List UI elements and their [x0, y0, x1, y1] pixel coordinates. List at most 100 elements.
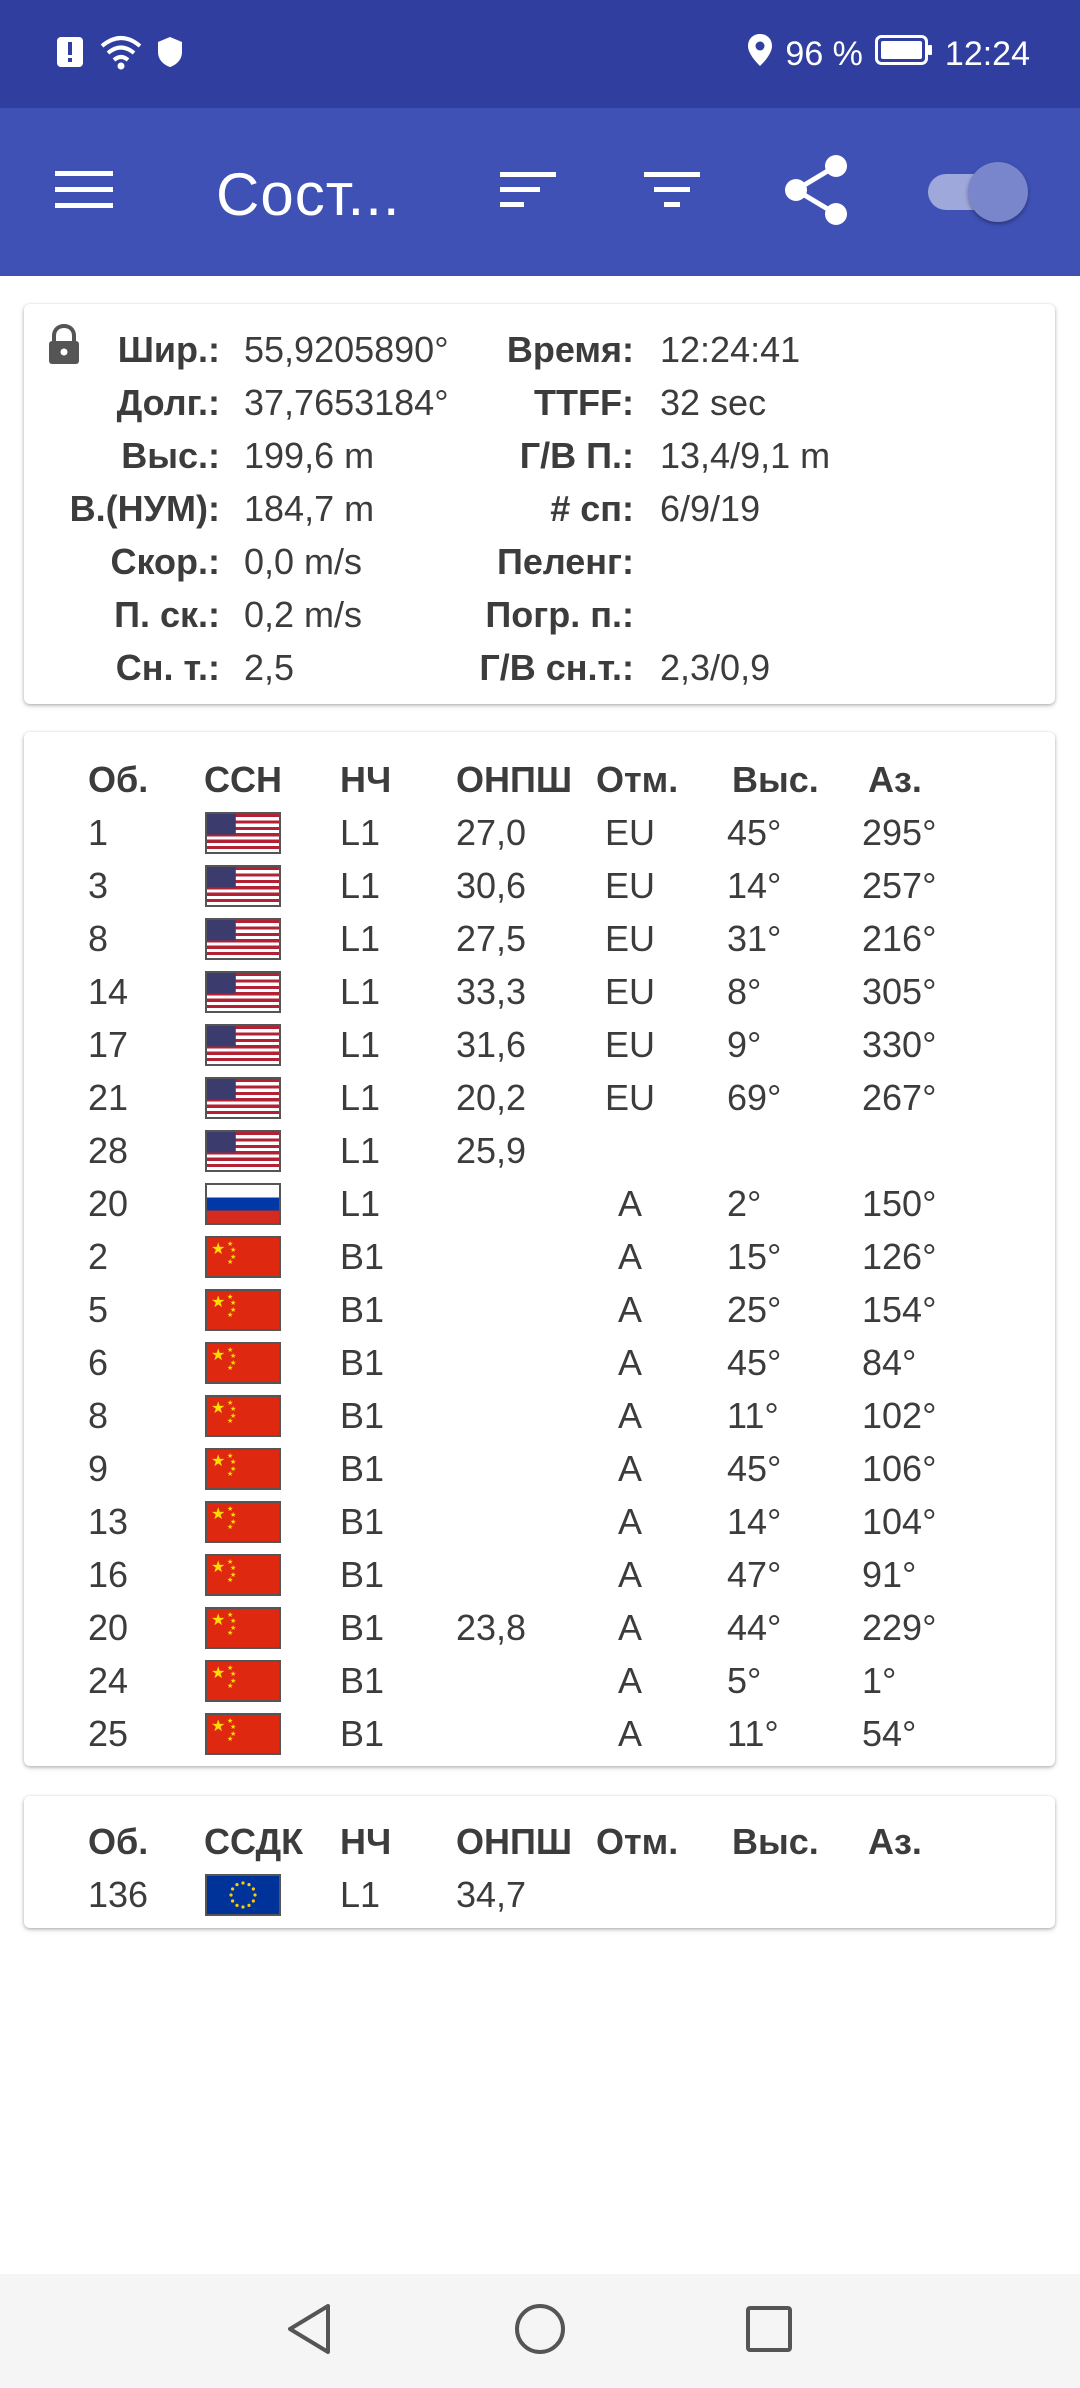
sort-button[interactable] — [486, 150, 570, 234]
sat-cn0: 27,0 — [456, 812, 527, 853]
fix-value: 0,2 m/s — [244, 594, 363, 635]
sat-flags: EU — [604, 1024, 655, 1065]
usa-flag-icon — [205, 918, 281, 960]
sat-flags: A — [617, 1395, 642, 1436]
toggle-thumb — [968, 162, 1028, 222]
menu-button[interactable] — [42, 150, 126, 234]
sat-id: 3 — [88, 865, 109, 906]
col-header-carrier: НЧ — [340, 759, 392, 800]
sort-icon — [500, 170, 556, 215]
fix-label: Долг.: — [116, 382, 220, 423]
sat-carrier: B1 — [340, 1607, 385, 1648]
battery-icon — [874, 34, 933, 74]
sat-elevation: 15° — [727, 1236, 782, 1277]
china-flag-icon: ★ ★ ★ ★ ★ — [205, 1236, 281, 1278]
sat-carrier: B1 — [340, 1289, 385, 1330]
sat-id: 6 — [88, 1342, 109, 1383]
sat-id: 20 — [88, 1183, 129, 1224]
filter-icon — [644, 170, 700, 215]
sat-azimuth: 305° — [862, 971, 937, 1012]
fix-label: Пеленг: — [496, 541, 634, 582]
recents-button[interactable] — [734, 2296, 804, 2366]
sat-azimuth: 91° — [862, 1554, 917, 1595]
sat-id: 136 — [88, 1874, 149, 1915]
fix-label: В.(НУМ): — [69, 488, 220, 529]
sat-id: 9 — [88, 1448, 109, 1489]
sat-azimuth: 267° — [862, 1077, 937, 1118]
fix-value: 12:24:41 — [660, 329, 801, 370]
col-header-flags: Отм. — [596, 1821, 679, 1862]
fix-value: 55,9205890° — [244, 329, 449, 370]
page-title: Сост... — [216, 161, 401, 228]
fix-value: 0,0 m/s — [244, 541, 363, 582]
sat-elevation: 2° — [727, 1183, 762, 1224]
battery-percent: 96 % — [785, 34, 863, 73]
china-flag-icon: ★ ★ ★ ★ ★ — [205, 1395, 281, 1437]
col-header-elevation: Выс. — [732, 759, 819, 800]
alert-icon — [56, 35, 86, 74]
sat-id: 25 — [88, 1713, 129, 1754]
sat-elevation: 9° — [727, 1024, 762, 1065]
sat-flags: A — [617, 1607, 642, 1648]
share-button[interactable] — [774, 150, 858, 234]
home-button[interactable] — [505, 2296, 575, 2366]
filter-button[interactable] — [630, 150, 714, 234]
col-header-flags: Отм. — [596, 759, 679, 800]
status-icons-left — [56, 30, 184, 78]
fix-value: 37,7653184° — [244, 382, 449, 423]
fix-label: Скор.: — [110, 541, 220, 582]
gnss-status-card: Об. ССН НЧ ОНПШ Отм. Выс. Аз. 1 L1 27,0 EU 45° 295° 3… — [24, 732, 1055, 1766]
sat-flags: A — [617, 1289, 642, 1330]
sat-id: 8 — [88, 1395, 109, 1436]
china-flag-icon: ★ ★ ★ ★ ★ — [205, 1607, 281, 1649]
sat-id: 21 — [88, 1077, 129, 1118]
sat-flags: A — [617, 1713, 642, 1754]
tracking-toggle[interactable] — [924, 160, 1028, 224]
fix-value: 13,4/9,1 m — [660, 435, 831, 476]
usa-flag-icon — [205, 865, 281, 907]
sat-carrier: L1 — [340, 918, 381, 959]
sat-azimuth: 104° — [862, 1501, 937, 1542]
wifi-icon — [100, 34, 142, 75]
sat-elevation: 8° — [727, 971, 762, 1012]
fix-label: Сн. т.: — [115, 647, 220, 688]
china-flag-icon: ★ ★ ★ ★ ★ — [205, 1501, 281, 1543]
col-header-cn0: ОНПШ — [456, 759, 573, 800]
fix-value: 184,7 m — [244, 488, 375, 529]
fix-label: Г/В сн.т.: — [479, 647, 634, 688]
sat-id: 16 — [88, 1554, 129, 1595]
status-icons-right: 96 % 12:24 — [747, 30, 1030, 78]
fix-label: Шир.: — [117, 329, 220, 370]
sat-id: 5 — [88, 1289, 109, 1330]
sat-azimuth: 257° — [862, 865, 937, 906]
sat-cn0: 30,6 — [456, 865, 527, 906]
fix-value: 199,6 m — [244, 435, 375, 476]
sat-elevation: 44° — [727, 1607, 782, 1648]
system-nav-bar — [0, 2274, 1080, 2388]
col-header-constellation: ССДК — [204, 1821, 304, 1862]
sat-azimuth: 84° — [862, 1342, 917, 1383]
sat-flags: A — [617, 1554, 642, 1595]
fix-value: 2,3/0,9 — [660, 647, 771, 688]
sat-azimuth: 154° — [862, 1289, 937, 1330]
sat-carrier: L1 — [340, 1874, 381, 1915]
china-flag-icon: ★ ★ ★ ★ ★ — [205, 1713, 281, 1755]
back-button[interactable] — [274, 2296, 344, 2366]
sat-id: 14 — [88, 971, 129, 1012]
sat-carrier: B1 — [340, 1660, 385, 1701]
sat-cn0: 27,5 — [456, 918, 527, 959]
sat-cn0: 23,8 — [456, 1607, 527, 1648]
location-icon — [747, 33, 773, 76]
sat-carrier: B1 — [340, 1236, 385, 1277]
sat-id: 2 — [88, 1236, 109, 1277]
col-header-azimuth: Аз. — [868, 759, 922, 800]
china-flag-icon: ★ ★ ★ ★ ★ — [205, 1448, 281, 1490]
sat-id: 28 — [88, 1130, 129, 1171]
sat-carrier: L1 — [340, 1130, 381, 1171]
sat-flags: EU — [604, 971, 655, 1012]
sat-elevation: 69° — [727, 1077, 782, 1118]
shield-icon — [156, 35, 184, 74]
home-icon — [513, 2302, 567, 2361]
sat-carrier: B1 — [340, 1554, 385, 1595]
sat-id: 8 — [88, 918, 109, 959]
